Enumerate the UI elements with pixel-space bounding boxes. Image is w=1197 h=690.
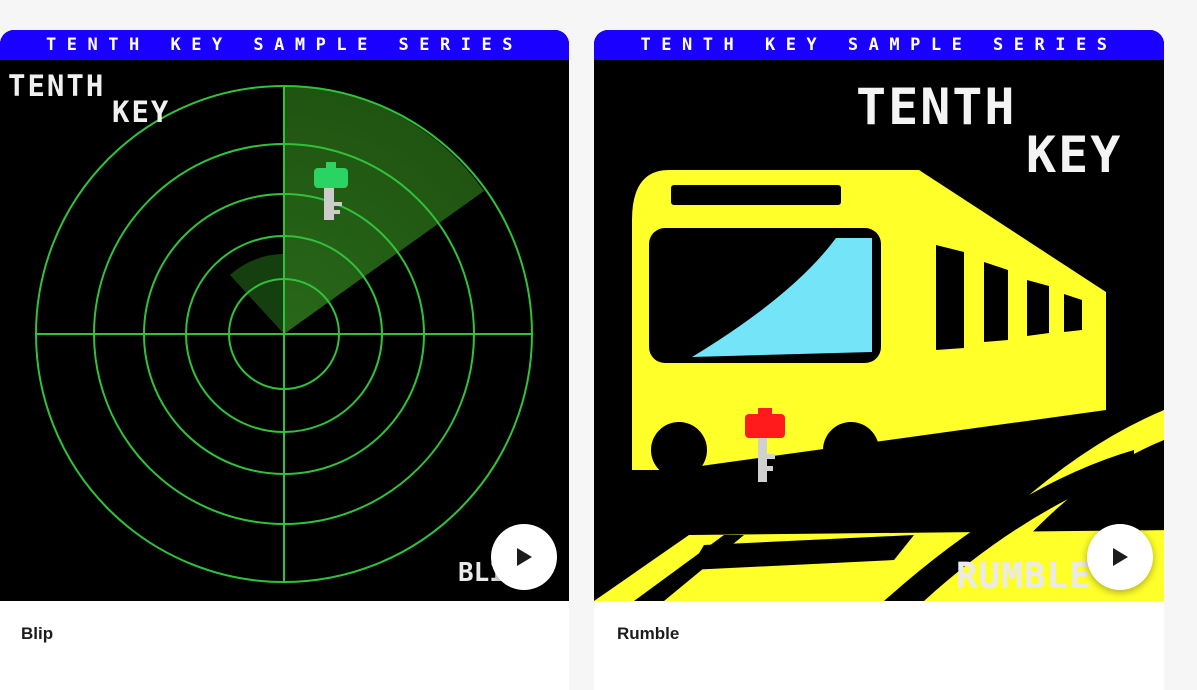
play-button[interactable] [491, 524, 557, 590]
album-cover-blip[interactable]: TENTH KEY SAMPLE SERIES TENTH KEY BLIP [0, 30, 569, 601]
brand-logo-line2: KEY [112, 95, 171, 129]
play-button[interactable] [1087, 524, 1153, 590]
brand-logo-line1: TENTH [8, 69, 106, 103]
album-title[interactable]: Blip [21, 624, 53, 644]
brand-logo-line1: TENTH [856, 78, 1017, 136]
play-icon [517, 548, 532, 566]
album-cover-rumble[interactable]: TENTH KEY SAMPLE SERIES TENTH KEY RUMBLE [594, 30, 1164, 601]
album-card-blip[interactable]: TENTH KEY SAMPLE SERIES TENTH KEY BLIP B… [0, 30, 569, 690]
radar-artwork [35, 85, 533, 583]
series-banner: TENTH KEY SAMPLE SERIES [594, 30, 1164, 60]
album-title[interactable]: Rumble [617, 624, 679, 644]
album-cover-label: RUMBLE [956, 556, 1093, 597]
brand-logo-line2: KEY [1026, 126, 1123, 184]
album-card-rumble[interactable]: TENTH KEY SAMPLE SERIES TENTH KEY RUMBLE… [594, 30, 1164, 690]
play-icon [1113, 548, 1128, 566]
series-banner: TENTH KEY SAMPLE SERIES [0, 30, 569, 60]
